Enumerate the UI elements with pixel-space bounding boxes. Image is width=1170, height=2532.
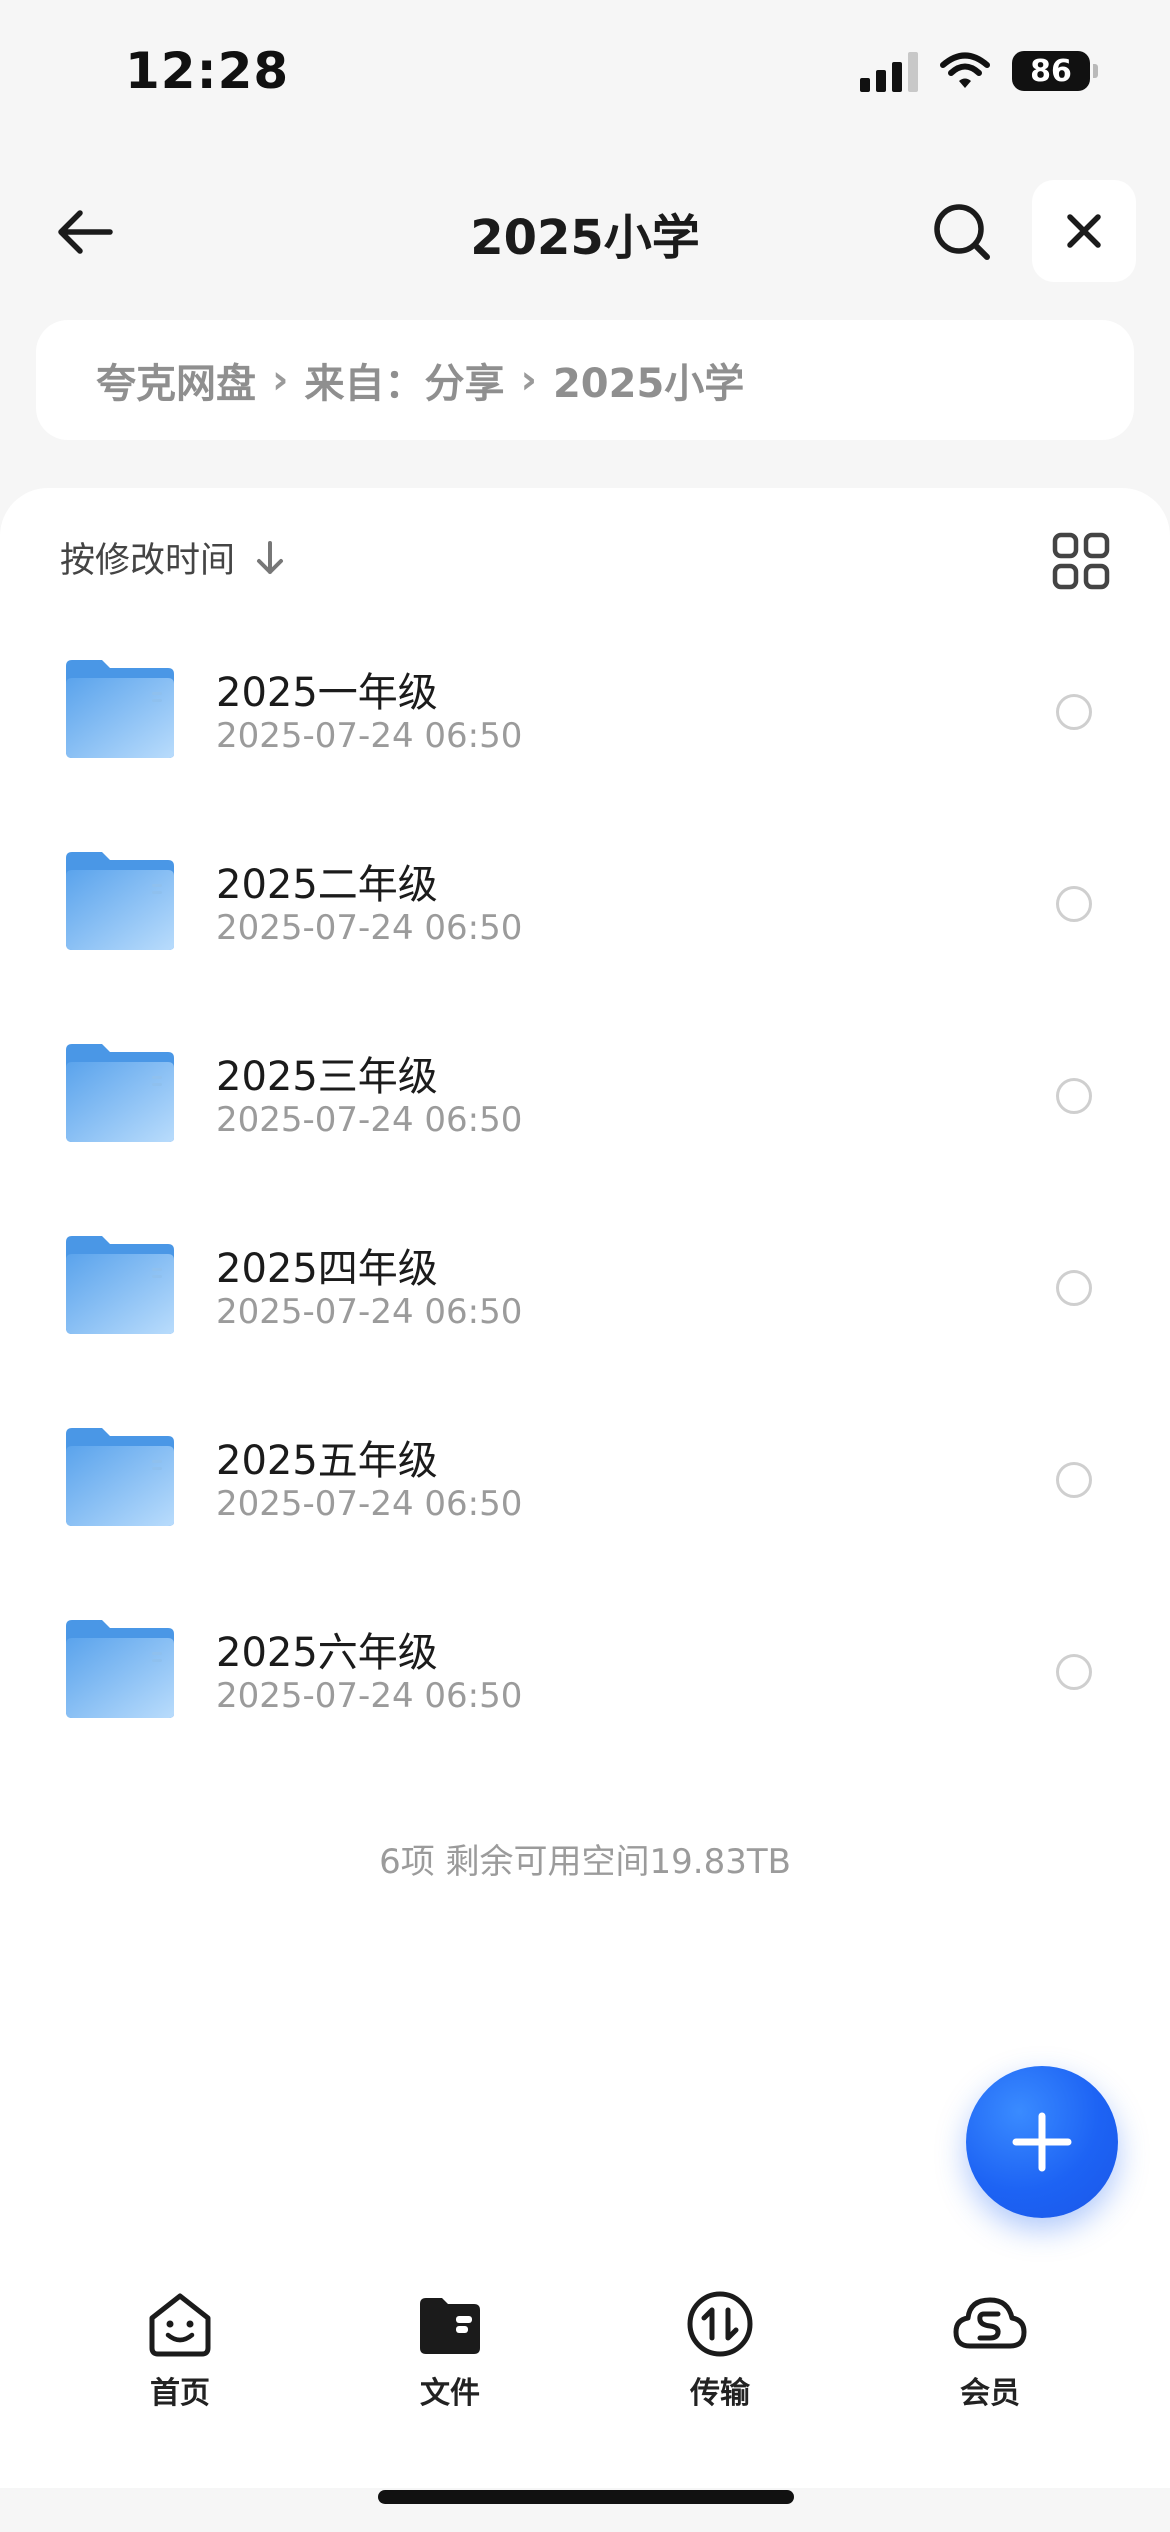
tab-label: 首页 [150, 2376, 210, 2411]
close-button[interactable] [1032, 180, 1136, 282]
file-date: 2025-07-24 06:50 [216, 1676, 523, 1716]
file-name: 2025五年级 [216, 1438, 438, 1484]
breadcrumb-item-root[interactable]: 夸克网盘 [96, 351, 256, 409]
add-button[interactable] [966, 2066, 1118, 2218]
folder-thumbnail [64, 1618, 176, 1720]
file-date: 2025-07-24 06:50 [216, 1292, 523, 1332]
file-date: 2025-07-24 06:50 [216, 716, 523, 756]
cellular-signal-icon [860, 50, 918, 92]
folder-thumbnail [64, 1042, 176, 1144]
tab-label: 文件 [420, 2376, 480, 2411]
tab-label: 会员 [960, 2376, 1020, 2411]
file-row[interactable]: 2025四年级 2025-07-24 06:50 [0, 1224, 1170, 1416]
file-name: 2025三年级 [216, 1054, 438, 1100]
plus-icon [1012, 2112, 1072, 2172]
file-sheet: 按修改时间 2025一年级 2025-07-24 06:50 2025二年级 2… [0, 488, 1170, 2268]
file-name: 2025一年级 [216, 670, 438, 716]
folder-icon [66, 852, 174, 950]
select-checkbox[interactable] [1056, 1654, 1092, 1690]
battery-icon: 86 [1012, 51, 1098, 91]
battery-level: 86 [1030, 53, 1072, 89]
breadcrumb-item-current: 2025小学 [552, 361, 745, 407]
file-date: 2025-07-24 06:50 [216, 1484, 523, 1524]
search-icon [934, 204, 990, 260]
file-row[interactable]: 2025五年级 2025-07-24 06:50 [0, 1416, 1170, 1608]
file-row[interactable]: 2025一年级 2025-07-24 06:50 [0, 648, 1170, 840]
status-icons: 86 [860, 50, 1098, 92]
grid-view-icon [1052, 532, 1110, 590]
file-list: 2025一年级 2025-07-24 06:50 2025二年级 2025-07… [0, 648, 1170, 1800]
select-checkbox[interactable] [1056, 694, 1092, 730]
folder-thumbnail [64, 658, 176, 760]
folder-icon [66, 660, 174, 758]
file-name: 2025六年级 [216, 1630, 438, 1676]
folder-thumbnail [64, 1234, 176, 1336]
sort-button[interactable]: 按修改时间 [60, 532, 285, 583]
tab-transfer[interactable]: 传输 [650, 2288, 790, 2412]
breadcrumb-item-shared[interactable]: 来自：分享 [304, 351, 504, 409]
breadcrumb-separator: › [272, 357, 289, 403]
membership-cloud-icon [953, 2297, 1027, 2349]
folder-icon [66, 1428, 174, 1526]
tab-files[interactable]: 文件 [380, 2288, 520, 2412]
folder-icon [420, 2298, 480, 2354]
select-checkbox[interactable] [1056, 1078, 1092, 1114]
select-checkbox[interactable] [1056, 1462, 1092, 1498]
arrow-down-icon [257, 540, 284, 574]
tab-home[interactable]: 首页 [110, 2288, 250, 2412]
file-name: 2025二年级 [216, 862, 438, 908]
file-name: 2025四年级 [216, 1246, 438, 1292]
file-row[interactable]: 2025二年级 2025-07-24 06:50 [0, 840, 1170, 1032]
tab-label: 传输 [690, 2376, 750, 2411]
wifi-icon [940, 52, 990, 88]
file-date: 2025-07-24 06:50 [216, 1100, 523, 1140]
storage-summary: 6项 剩余可用空间19.83TB [379, 1842, 791, 1882]
breadcrumb-separator: › [520, 357, 537, 403]
folder-icon [66, 1236, 174, 1334]
sort-label: 按修改时间 [60, 541, 236, 581]
home-indicator [378, 2490, 794, 2504]
folder-thumbnail [64, 850, 176, 952]
select-checkbox[interactable] [1056, 1270, 1092, 1306]
search-button[interactable] [922, 196, 1002, 268]
screen: 12:28 86 2025小学 夸克网盘 › 来自：分享 › 2025小学 按修… [0, 0, 1170, 2532]
close-icon [1067, 214, 1101, 248]
folder-icon [66, 1044, 174, 1142]
transfer-icon [687, 2291, 753, 2357]
tab-bar: 首页 文件 传输 会员 [0, 2268, 1170, 2488]
folder-thumbnail [64, 1426, 176, 1528]
file-date: 2025-07-24 06:50 [216, 908, 523, 948]
grid-view-button[interactable] [1052, 532, 1110, 590]
status-time: 12:28 [125, 42, 290, 100]
file-row[interactable]: 2025六年级 2025-07-24 06:50 [0, 1608, 1170, 1800]
select-checkbox[interactable] [1056, 886, 1092, 922]
tab-membership[interactable]: 会员 [920, 2288, 1060, 2412]
file-row[interactable]: 2025三年级 2025-07-24 06:50 [0, 1032, 1170, 1224]
home-face-icon [149, 2293, 211, 2357]
breadcrumb: 夸克网盘 › 来自：分享 › 2025小学 [36, 320, 1134, 440]
folder-icon [66, 1620, 174, 1718]
